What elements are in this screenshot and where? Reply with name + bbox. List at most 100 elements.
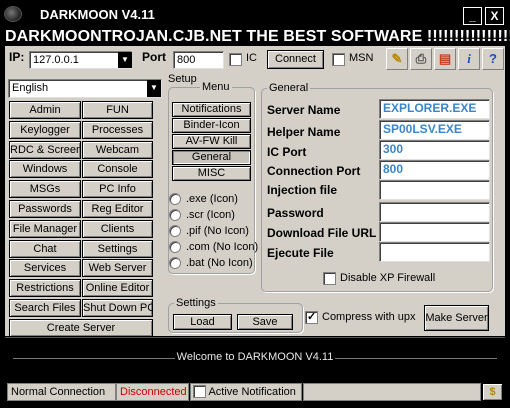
title-bar: DARKMOON V4.11 _ X bbox=[0, 0, 510, 30]
app-moon-icon bbox=[4, 6, 22, 22]
console-panel: Welcome to DARKMOON V4.11 bbox=[5, 337, 505, 380]
paint-icon[interactable]: ✎ bbox=[386, 48, 408, 70]
msn-checkbox[interactable] bbox=[332, 53, 345, 66]
ip-dropdown-icon[interactable]: ▼ bbox=[118, 52, 132, 68]
icon-option-label: .bat (No Icon) bbox=[186, 257, 253, 269]
language-dropdown-icon[interactable]: ▼ bbox=[147, 80, 161, 97]
main-panel: IP: 127.0.0.1 ▼ Port 800 IC Connect MSN … bbox=[5, 46, 505, 337]
command-button-web-server[interactable]: Web Server bbox=[82, 259, 153, 278]
disable-firewall-label: Disable XP Firewall bbox=[340, 272, 436, 284]
download-url-label: Download File URL bbox=[267, 226, 377, 240]
icon-option-radio[interactable] bbox=[169, 193, 181, 205]
command-button-online-editor[interactable]: Online Editor bbox=[82, 279, 153, 298]
port-value: 800 bbox=[177, 54, 196, 66]
command-button-file-manager[interactable]: File Manager bbox=[9, 219, 81, 238]
open-folder-icon[interactable]: ▤ bbox=[434, 48, 456, 70]
command-button-chat[interactable]: Chat bbox=[9, 239, 81, 258]
active-notification-checkbox[interactable] bbox=[193, 384, 206, 398]
console-message: Welcome to DARKMOON V4.11 bbox=[5, 351, 505, 363]
password-label: Password bbox=[267, 206, 324, 220]
help-icon[interactable]: ? bbox=[482, 48, 504, 70]
language-value: English bbox=[12, 82, 49, 94]
icon-option-radio[interactable] bbox=[169, 209, 181, 221]
command-button-clients[interactable]: Clients bbox=[82, 219, 153, 238]
command-button-search-files[interactable]: Search Files bbox=[9, 299, 81, 317]
ic-port-input[interactable]: 300 bbox=[379, 140, 490, 160]
command-button-keylogger[interactable]: Keylogger bbox=[9, 120, 81, 139]
ic-checkbox[interactable] bbox=[229, 53, 242, 66]
port-label: Port bbox=[142, 50, 166, 64]
connection-state: Disconnected bbox=[116, 383, 189, 401]
ejecute-file-label: Ejecute File bbox=[267, 246, 334, 260]
language-select[interactable]: English bbox=[8, 79, 162, 98]
compress-upx-checkbox[interactable]: ✓ bbox=[305, 311, 318, 324]
icon-option-radio[interactable] bbox=[169, 257, 181, 269]
command-button-fun[interactable]: FUN bbox=[82, 101, 153, 119]
menu-item-av-fw-kill[interactable]: AV-FW Kill bbox=[172, 134, 251, 149]
ic-port-label: IC Port bbox=[267, 145, 307, 159]
msn-label: MSN bbox=[349, 52, 374, 64]
command-button-pc-info[interactable]: PC Info bbox=[82, 180, 153, 199]
connection-port-label: Connection Port bbox=[267, 164, 361, 178]
injection-file-label: Injection file bbox=[267, 183, 338, 197]
dollar-icon[interactable]: $ bbox=[482, 383, 503, 401]
command-button-services[interactable]: Services bbox=[9, 259, 81, 278]
helper-name-label: Helper Name bbox=[267, 125, 341, 139]
make-server-button[interactable]: Make Server bbox=[424, 305, 489, 331]
command-button-windows[interactable]: Windows bbox=[9, 160, 81, 179]
command-button-console[interactable]: Console bbox=[82, 160, 153, 179]
menu-item-notifications[interactable]: Notifications bbox=[172, 102, 251, 117]
command-button-settings[interactable]: Settings bbox=[82, 239, 153, 258]
close-button[interactable]: X bbox=[485, 7, 504, 25]
command-button-restrictions[interactable]: Restrictions bbox=[9, 279, 81, 298]
port-input[interactable]: 800 bbox=[173, 51, 224, 69]
disable-firewall-checkbox[interactable] bbox=[323, 272, 336, 285]
connect-button[interactable]: Connect bbox=[267, 50, 324, 69]
ejecute-file-input[interactable] bbox=[379, 242, 490, 262]
command-button-webcam[interactable]: Webcam bbox=[82, 140, 153, 159]
password-input[interactable] bbox=[379, 202, 490, 222]
status-blank-cell bbox=[303, 383, 481, 401]
save-button[interactable]: Save bbox=[237, 314, 293, 330]
minimize-button[interactable]: _ bbox=[463, 7, 482, 25]
command-button-rdc-screen[interactable]: RDC & Screen bbox=[9, 140, 81, 159]
icon-option-label: .com (No Icon) bbox=[186, 241, 259, 253]
settings-title: Settings bbox=[174, 297, 218, 309]
active-notification-cell: Active Notification bbox=[190, 383, 302, 401]
ip-input[interactable]: 127.0.0.1 bbox=[29, 51, 132, 69]
ic-port-value: 300 bbox=[383, 142, 404, 156]
command-button-reg-editor[interactable]: Reg Editor bbox=[82, 200, 153, 218]
active-notification-label: Active Notification bbox=[208, 386, 296, 398]
info-icon[interactable]: i bbox=[458, 48, 480, 70]
menu-item-misc[interactable]: MISC bbox=[172, 166, 251, 181]
icon-option-label: .exe (Icon) bbox=[186, 193, 238, 205]
download-url-input[interactable] bbox=[379, 222, 490, 242]
helper-name-value: SP00LSV.EXE bbox=[383, 122, 462, 136]
icon-option-radio[interactable] bbox=[169, 241, 181, 253]
icon-option-radio[interactable] bbox=[169, 225, 181, 237]
server-name-value: EXPLORER.EXE bbox=[383, 101, 477, 115]
banner-text: DARKMOONTROJAN.CJB.NET THE BEST SOFTWARE… bbox=[5, 28, 510, 45]
connection-port-value: 800 bbox=[383, 162, 404, 176]
setup-title: Setup bbox=[168, 73, 197, 85]
ic-label: IC bbox=[246, 52, 257, 64]
load-button[interactable]: Load bbox=[173, 314, 232, 330]
menu-item-general[interactable]: General bbox=[172, 150, 251, 165]
ip-value: 127.0.0.1 bbox=[33, 54, 79, 66]
printer-icon[interactable]: ⎙ bbox=[410, 48, 432, 70]
create-server-button[interactable]: Create Server bbox=[9, 318, 153, 337]
menu-item-binder-icon[interactable]: Binder-Icon bbox=[172, 118, 251, 133]
helper-name-input[interactable]: SP00LSV.EXE bbox=[379, 120, 490, 140]
command-button-admin[interactable]: Admin bbox=[9, 101, 81, 119]
console-message-text: Welcome to DARKMOON V4.11 bbox=[174, 351, 336, 363]
command-button-processes[interactable]: Processes bbox=[82, 120, 153, 139]
server-name-input[interactable]: EXPLORER.EXE bbox=[379, 99, 490, 119]
connection-port-input[interactable]: 800 bbox=[379, 160, 490, 180]
command-button-passwords[interactable]: Passwords bbox=[9, 200, 81, 218]
injection-file-input[interactable] bbox=[379, 180, 490, 200]
status-bar: Normal Connection Disconnected Active No… bbox=[5, 381, 505, 403]
ip-label: IP: bbox=[9, 50, 25, 64]
general-title: General bbox=[267, 82, 311, 94]
command-button-shut-down-pc[interactable]: Shut Down PC bbox=[82, 299, 153, 317]
command-button-msgs[interactable]: MSGs bbox=[9, 180, 81, 199]
